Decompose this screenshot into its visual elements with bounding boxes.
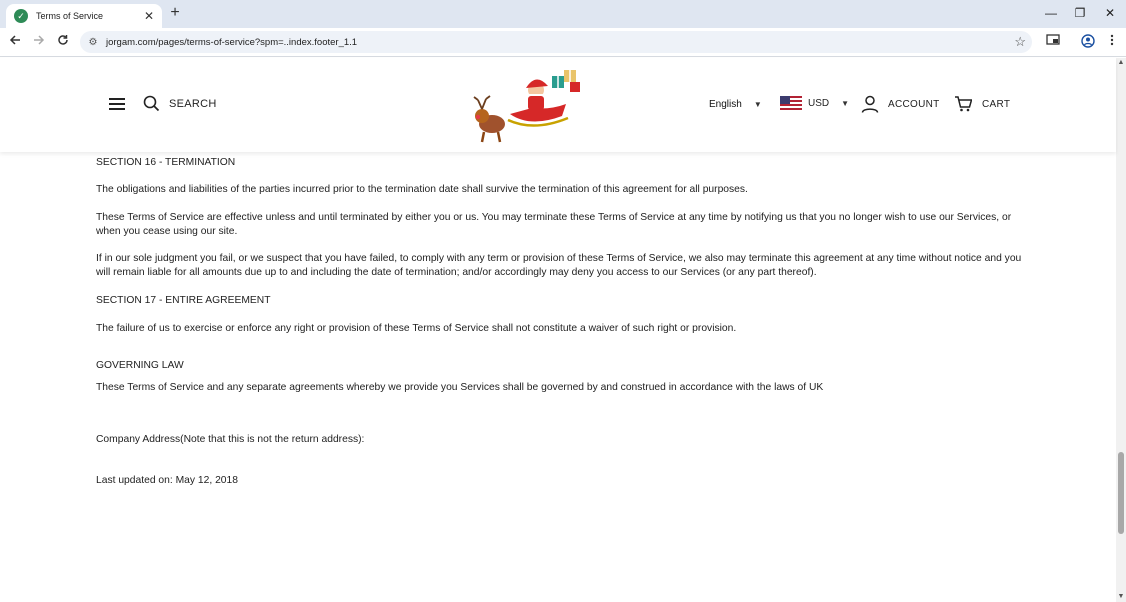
browser-tab-bar: ✓ Terms of Service ✕ + — ❐ ✕ (0, 0, 1126, 28)
currency-selector[interactable]: USD ▼ (780, 96, 849, 110)
browser-tab[interactable]: ✓ Terms of Service ✕ (6, 4, 162, 28)
us-flag-icon (780, 96, 802, 110)
more-menu-icon[interactable] (1104, 34, 1120, 50)
address-bar[interactable]: ⚙ jorgam.com/pages/terms-of-service?spm=… (80, 31, 1032, 53)
chevron-down-icon: ▼ (753, 100, 762, 109)
site-header: SEARCH English ▼ USD ▼ ACCOUNT CART (0, 58, 1116, 152)
window-close-icon[interactable]: ✕ (1102, 6, 1118, 20)
last-updated: Last updated on: May 12, 2018 (96, 475, 238, 486)
url-text: jorgam.com/pages/terms-of-service?spm=..… (106, 36, 358, 48)
reload-icon[interactable] (55, 34, 71, 50)
tab-title: Terms of Service (36, 11, 104, 21)
back-arrow-icon[interactable] (7, 34, 23, 50)
tab-close-icon[interactable]: ✕ (142, 9, 156, 23)
chevron-down-icon: ▼ (841, 98, 850, 108)
scroll-down-arrow-icon[interactable]: ▼ (1116, 592, 1126, 602)
scroll-up-arrow-icon[interactable]: ▲ (1116, 58, 1126, 68)
language-selector[interactable]: English ▼ (709, 99, 762, 110)
account-label: ACCOUNT (888, 98, 940, 110)
section-16-paragraph-1: The obligations and liabilities of the p… (96, 184, 748, 195)
forward-arrow-icon[interactable] (31, 34, 47, 50)
search-label: SEARCH (169, 97, 217, 110)
section-17-heading: SECTION 17 - ENTIRE AGREEMENT (96, 295, 271, 306)
menu-hamburger-icon[interactable] (109, 98, 125, 110)
section-16-paragraph-2: These Terms of Service are effective unl… (96, 212, 1012, 237)
browser-toolbar: ⚙ jorgam.com/pages/terms-of-service?spm=… (0, 28, 1126, 57)
scrollbar-thumb[interactable] (1118, 452, 1124, 534)
cart-icon (955, 96, 972, 112)
profile-icon[interactable] (1080, 34, 1096, 50)
governing-law-paragraph: These Terms of Service and any separate … (96, 382, 824, 393)
cart-label: CART (982, 98, 1011, 110)
store-logo[interactable] (470, 66, 588, 146)
language-label: English (709, 99, 742, 110)
search-icon (143, 95, 160, 112)
cast-icon[interactable] (1045, 34, 1061, 50)
cart-button[interactable]: CART (954, 96, 1010, 112)
site-favicon-icon: ✓ (14, 9, 28, 23)
search-button[interactable]: SEARCH (143, 95, 217, 112)
governing-law-heading: GOVERNING LAW (96, 360, 184, 371)
restore-icon[interactable]: ❐ (1072, 6, 1088, 20)
currency-label: USD (808, 97, 830, 109)
section-16-heading: SECTION 16 - TERMINATION (96, 157, 236, 168)
account-button[interactable]: ACCOUNT (861, 95, 940, 113)
minimize-icon[interactable]: — (1043, 6, 1059, 20)
user-icon (861, 95, 879, 113)
new-tab-icon[interactable]: + (168, 5, 182, 21)
company-address: Company Address(Note that this is not th… (96, 434, 365, 445)
bookmark-star-icon[interactable]: ☆ (1014, 34, 1026, 50)
section-16-paragraph-3: If in our sole judgment you fail, or we … (96, 253, 1022, 278)
section-17-paragraph-1: The failure of us to exercise or enforce… (96, 323, 737, 334)
site-info-icon[interactable]: ⚙ (86, 37, 100, 48)
